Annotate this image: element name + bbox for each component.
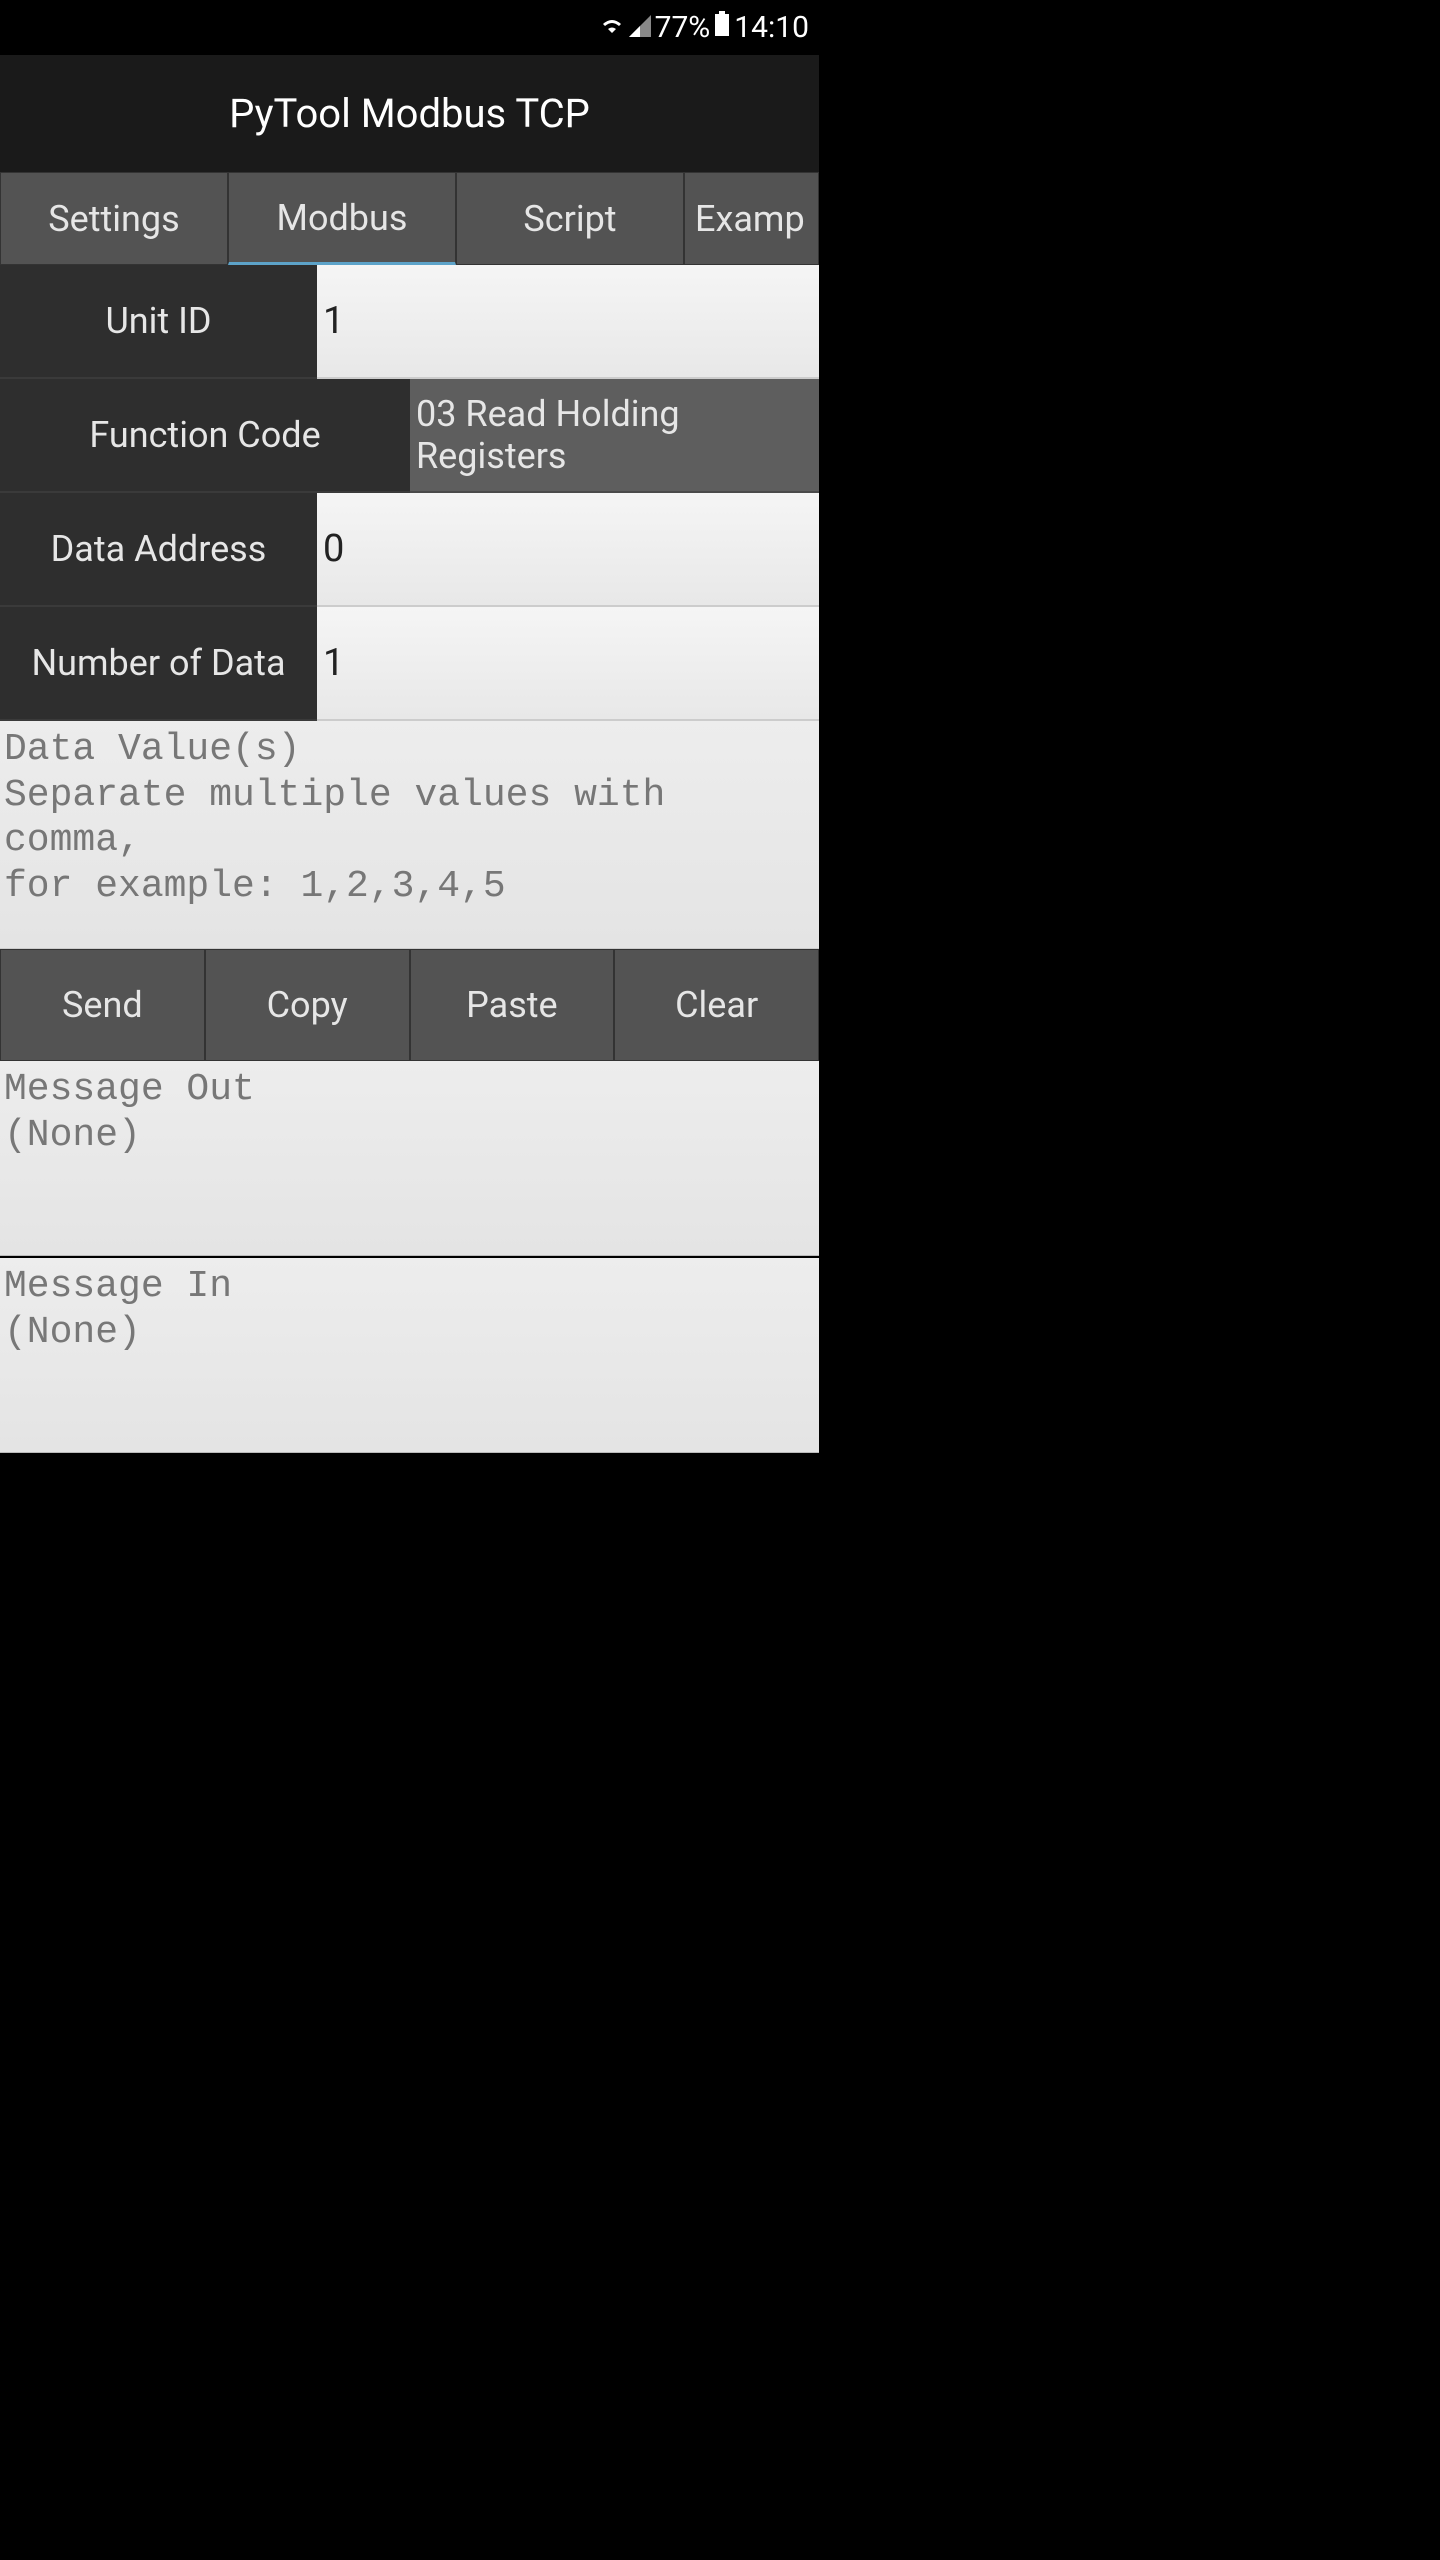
copy-button[interactable]: Copy [205,949,410,1061]
data-address-label: Data Address [0,493,317,607]
clear-button[interactable]: Clear [614,949,819,1061]
clock-time: 14:10 [734,10,809,45]
status-bar: 77% 14:10 [0,0,819,55]
battery-icon [714,10,730,45]
message-in-area[interactable]: Message In (None) [0,1258,819,1453]
send-button[interactable]: Send [0,949,205,1061]
paste-button[interactable]: Paste [410,949,615,1061]
message-in-label: Message In [4,1265,232,1308]
message-out-label: Message Out [4,1068,255,1111]
function-code-label: Function Code [0,379,410,493]
app-title: PyTool Modbus TCP [0,55,819,172]
tabs-bar: Settings Modbus Script Examp [0,172,819,265]
tab-settings[interactable]: Settings [0,172,228,265]
message-out-value: (None) [4,1114,141,1157]
unit-id-input[interactable] [317,265,819,379]
data-value-textarea[interactable]: Data Value(s) Separate multiple values w… [0,721,819,949]
tab-example[interactable]: Examp [684,172,819,265]
wifi-icon [599,10,625,45]
unit-id-label: Unit ID [0,265,317,379]
number-of-data-input[interactable] [317,607,819,721]
signal-icon [629,10,651,45]
message-in-value: (None) [4,1311,141,1354]
function-code-select[interactable]: 03 Read Holding Registers [410,379,819,493]
battery-percent: 77% [655,10,711,45]
data-address-input[interactable] [317,493,819,607]
tab-script[interactable]: Script [456,172,684,265]
number-of-data-label: Number of Data [0,607,317,721]
message-out-area[interactable]: Message Out (None) [0,1061,819,1256]
tab-modbus[interactable]: Modbus [228,172,456,265]
